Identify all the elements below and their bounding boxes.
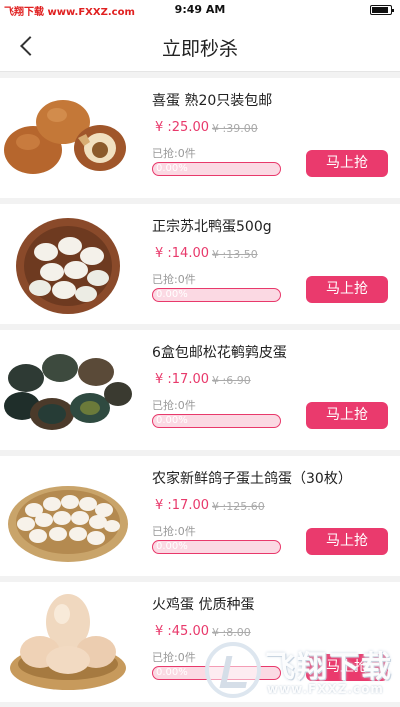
product-name: 农家新鲜鸽子蛋土鸽蛋（30枚）	[152, 471, 352, 487]
product-name: 火鸡蛋 优质种蛋	[152, 597, 255, 613]
progress-bar: 0.00%	[152, 414, 281, 428]
buy-now-button[interactable]: 马上抢	[306, 276, 388, 303]
progress-label: 0.00%	[156, 667, 188, 678]
buy-now-button[interactable]: 马上抢	[306, 402, 388, 429]
product-name: 6盒包邮松花鹌鹑皮蛋	[152, 345, 287, 361]
product-image	[0, 586, 134, 698]
product-name: 喜蛋 熟20只装包邮	[152, 93, 273, 109]
product-image	[0, 82, 134, 194]
sold-count: 已抢:0件	[152, 273, 196, 286]
watermark-text: 飞翔下载	[265, 650, 393, 685]
sold-count: 已抢:0件	[152, 399, 196, 412]
nav-bar: 立即秒杀	[0, 20, 400, 72]
progress-label: 0.00%	[156, 415, 188, 426]
watermark: 飞翔下载 www.FXXZ.com	[205, 636, 400, 707]
progress-label: 0.00%	[156, 289, 188, 300]
watermark-logo-icon	[205, 642, 261, 698]
product-name: 正宗苏北鸭蛋500g	[152, 219, 272, 235]
sold-count: 已抢:0件	[152, 651, 196, 664]
product-image	[0, 208, 134, 320]
progress-label: 0.00%	[156, 163, 188, 174]
list-item[interactable]: 正宗苏北鸭蛋500g ¥ :14.00 ¥ :13.50 已抢:0件 0.00%…	[0, 204, 400, 324]
buy-now-button[interactable]: 马上抢	[306, 150, 388, 177]
watermark-url: www.FXXZ.com	[267, 682, 384, 696]
product-original-price: ¥ :39.00	[212, 122, 258, 135]
product-image	[0, 334, 134, 446]
page-title: 立即秒杀	[161, 38, 238, 60]
product-price: ¥ :25.00	[155, 120, 209, 135]
sold-count: 已抢:0件	[152, 525, 196, 538]
sold-count: 已抢:0件	[152, 147, 196, 160]
product-original-price: ¥ :13.50	[212, 248, 258, 261]
status-time: 9:49 AM	[174, 3, 226, 16]
product-price: ¥ :17.00	[155, 498, 209, 513]
list-item[interactable]: 6盒包邮松花鹌鹑皮蛋 ¥ :17.00 ¥ :6.90 已抢:0件 0.00% …	[0, 330, 400, 450]
progress-bar: 0.00%	[152, 288, 281, 302]
progress-label: 0.00%	[156, 541, 188, 552]
list-item[interactable]: 农家新鲜鸽子蛋土鸽蛋（30枚） ¥ :17.00 ¥ :125.60 已抢:0件…	[0, 456, 400, 576]
product-image	[0, 460, 134, 572]
product-price: ¥ :17.00	[155, 372, 209, 387]
product-original-price: ¥ :6.90	[212, 374, 251, 387]
progress-bar: 0.00%	[152, 540, 281, 554]
product-price: ¥ :45.00	[155, 624, 209, 639]
buy-now-button[interactable]: 马上抢	[306, 528, 388, 555]
progress-bar: 0.00%	[152, 162, 281, 176]
product-price: ¥ :14.00	[155, 246, 209, 261]
product-original-price: ¥ :125.60	[212, 500, 265, 513]
list-item[interactable]: 喜蛋 熟20只装包邮 ¥ :25.00 ¥ :39.00 已抢:0件 0.00%…	[0, 78, 400, 198]
battery-icon	[370, 5, 394, 15]
status-bar: 飞翔下载 www.FXXZ.com 9:49 AM	[0, 0, 400, 20]
